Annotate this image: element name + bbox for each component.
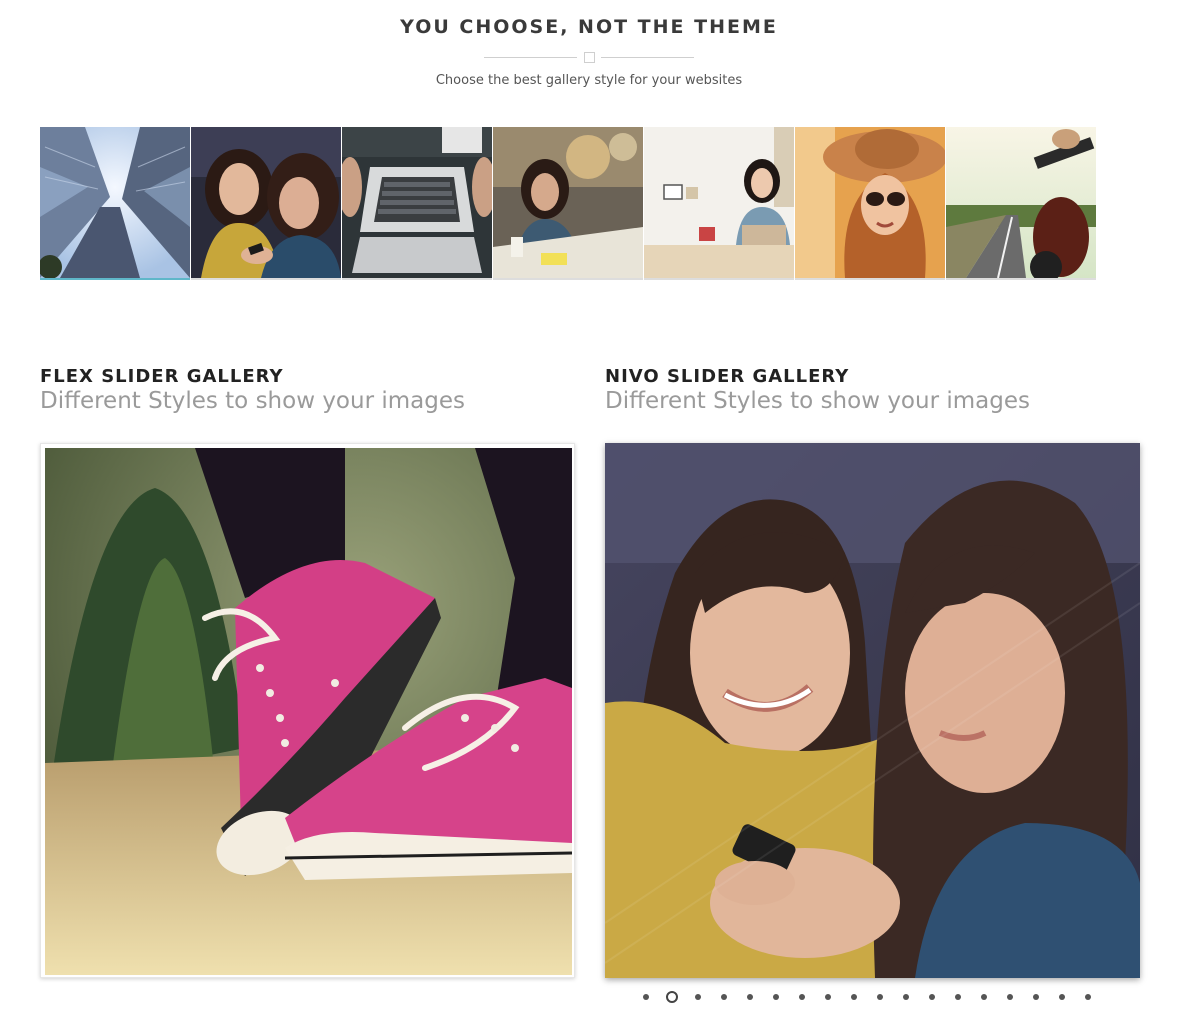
nivo-pagination-dot[interactable] bbox=[929, 994, 935, 1000]
thumbnail-woman-cafe[interactable] bbox=[493, 127, 643, 280]
flex-gallery-subtitle: Different Styles to show your images bbox=[40, 388, 465, 414]
nivo-pagination-dot[interactable] bbox=[643, 994, 649, 1000]
nivo-pagination-dot[interactable] bbox=[695, 994, 701, 1000]
thumbnail-woman-hat-sunglasses[interactable] bbox=[795, 127, 945, 280]
thumbnail-laptop-desk[interactable] bbox=[342, 127, 492, 280]
nivo-pagination-dot[interactable] bbox=[825, 994, 831, 1000]
title-divider bbox=[484, 52, 694, 64]
nivo-pagination-dot[interactable] bbox=[1033, 994, 1039, 1000]
nivo-pagination-dot[interactable] bbox=[1059, 994, 1065, 1000]
divider-line-right bbox=[601, 57, 694, 58]
nivo-pagination-dot[interactable] bbox=[851, 994, 857, 1000]
nivo-pagination-dot[interactable] bbox=[903, 994, 909, 1000]
two-women-phone-image bbox=[191, 127, 341, 278]
thumbnail-woman-laptop-office[interactable] bbox=[644, 127, 794, 280]
laptop-desk-image bbox=[342, 127, 492, 278]
woman-hat-sunglasses-image bbox=[795, 127, 945, 278]
motorcycle-road-image bbox=[946, 127, 1096, 278]
thumbnail-two-women-phone[interactable] bbox=[191, 127, 341, 280]
woman-laptop-office-image bbox=[644, 127, 794, 278]
nivo-slide-two-women-phone-image bbox=[605, 443, 1140, 978]
nivo-slider[interactable] bbox=[605, 443, 1140, 978]
thumbnail-strip bbox=[40, 127, 1096, 280]
nivo-pagination-dot[interactable] bbox=[981, 994, 987, 1000]
flex-slide-pink-sneakers-image bbox=[45, 448, 572, 975]
nivo-gallery-subtitle: Different Styles to show your images bbox=[605, 388, 1030, 414]
section-subtitle: Choose the best gallery style for your w… bbox=[435, 73, 743, 88]
woman-cafe-image bbox=[493, 127, 643, 278]
flex-gallery-title: FLEX SLIDER GALLERY bbox=[40, 366, 284, 387]
skyscrapers-image bbox=[40, 127, 190, 278]
nivo-pagination-dot[interactable] bbox=[955, 994, 961, 1000]
thumbnail-skyscrapers[interactable] bbox=[40, 127, 190, 280]
nivo-pagination-dot[interactable] bbox=[747, 994, 753, 1000]
section-title: YOU CHOOSE, NOT THE THEME bbox=[400, 16, 778, 38]
nivo-pagination-dot[interactable] bbox=[721, 994, 727, 1000]
nivo-pagination-dot[interactable] bbox=[1007, 994, 1013, 1000]
nivo-gallery-title: NIVO SLIDER GALLERY bbox=[605, 366, 850, 387]
gallery-page: YOU CHOOSE, NOT THE THEME Choose the bes… bbox=[0, 0, 1178, 1035]
nivo-pagination-dot[interactable] bbox=[666, 991, 678, 1003]
nivo-pagination-dot[interactable] bbox=[773, 994, 779, 1000]
flex-slider[interactable] bbox=[40, 443, 575, 978]
thumbnail-motorcycle-road[interactable] bbox=[946, 127, 1096, 280]
nivo-pagination-dot[interactable] bbox=[799, 994, 805, 1000]
nivo-pagination bbox=[643, 990, 1111, 1004]
nivo-pagination-dot[interactable] bbox=[1085, 994, 1091, 1000]
nivo-pagination-dot[interactable] bbox=[877, 994, 883, 1000]
divider-square-icon bbox=[584, 52, 595, 63]
divider-line-left bbox=[484, 57, 577, 58]
